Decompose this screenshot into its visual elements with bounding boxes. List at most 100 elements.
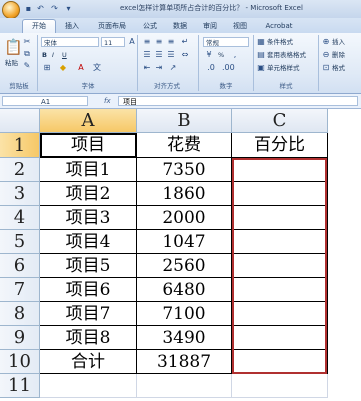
conditional-format-button[interactable]: 条件格式 [267, 37, 293, 47]
cell-b2[interactable]: 7350 [137, 158, 232, 182]
cell-a9[interactable]: 项目8 [40, 326, 137, 350]
align-left-icon[interactable]: ☰ [142, 50, 152, 60]
cell-c6[interactable] [232, 254, 328, 278]
cell-c11[interactable] [232, 374, 328, 398]
table-format-button[interactable]: 套用表格格式 [267, 50, 306, 60]
row-header-10[interactable]: 10 [0, 350, 40, 374]
comma-icon[interactable]: , [230, 50, 240, 60]
font-size-select[interactable]: 11 [101, 37, 125, 47]
save-icon[interactable]: ▪ [24, 4, 33, 13]
column-header-a[interactable]: A [40, 109, 137, 133]
underline-button[interactable]: U [62, 50, 67, 60]
cell-a10[interactable]: 合计 [40, 350, 137, 374]
formula-input[interactable]: 项目 [118, 96, 358, 106]
tab-acrobat[interactable]: Acrobat [260, 20, 298, 32]
column-header-b[interactable]: B [137, 109, 232, 133]
phonetic-icon[interactable]: 文 [92, 63, 102, 73]
decrease-decimal-icon[interactable]: .00 [222, 63, 235, 73]
row-header-5[interactable]: 5 [0, 230, 40, 254]
align-center-icon[interactable]: ☰ [154, 50, 164, 60]
cell-c8[interactable] [232, 302, 328, 326]
delete-cells-button[interactable]: 删除 [332, 50, 345, 60]
cell-b9[interactable]: 3490 [137, 326, 232, 350]
cell-a4[interactable]: 项目3 [40, 206, 137, 230]
worksheet-grid[interactable]: A B C 1 项目 花费 百分比 2 项目1 7350 3 项目2 1860 4 项目3 2000 5 项目4 1… [0, 109, 361, 401]
align-right-icon[interactable]: ☰ [166, 50, 176, 60]
row-header-8[interactable]: 8 [0, 302, 40, 326]
column-header-c[interactable]: C [232, 109, 328, 133]
cell-a6[interactable]: 项目5 [40, 254, 137, 278]
format-cells-button[interactable]: 格式 [332, 63, 345, 73]
paste-label[interactable]: 粘贴 [5, 58, 18, 68]
wrap-text-icon[interactable]: ↵ [180, 37, 190, 47]
cell-a8[interactable]: 项目7 [40, 302, 137, 326]
conditional-format-icon[interactable]: ▦ [256, 37, 266, 47]
cell-b7[interactable]: 6480 [137, 278, 232, 302]
cell-b11[interactable] [137, 374, 232, 398]
cell-a2[interactable]: 项目1 [40, 158, 137, 182]
cell-c3[interactable] [232, 182, 328, 206]
cell-c9[interactable] [232, 326, 328, 350]
tab-home[interactable]: 开始 [22, 19, 56, 34]
cell-c7[interactable] [232, 278, 328, 302]
redo-icon[interactable]: ↷ [50, 4, 59, 13]
fx-icon[interactable]: fx [104, 96, 116, 106]
insert-cells-button[interactable]: 插入 [332, 37, 345, 47]
align-middle-icon[interactable]: ≡ [154, 37, 164, 47]
delete-cells-icon[interactable]: ⊖ [321, 50, 331, 60]
cell-b1[interactable]: 花费 [137, 133, 232, 158]
orientation-icon[interactable]: ↗ [168, 63, 178, 73]
insert-cells-icon[interactable]: ⊕ [321, 37, 331, 47]
cell-b5[interactable]: 1047 [137, 230, 232, 254]
cut-icon[interactable]: ✂ [22, 37, 32, 47]
cell-b6[interactable]: 2560 [137, 254, 232, 278]
fill-color-icon[interactable]: ◆ [58, 63, 68, 73]
font-name-select[interactable]: 宋体 [41, 37, 99, 47]
cell-a11[interactable] [40, 374, 137, 398]
font-color-icon[interactable]: A [76, 63, 86, 73]
row-header-9[interactable]: 9 [0, 326, 40, 350]
cell-c4[interactable] [232, 206, 328, 230]
number-format-select[interactable]: 常规 [203, 37, 249, 47]
paste-icon[interactable]: 📋 [4, 37, 23, 57]
format-cells-icon[interactable]: ⊡ [321, 63, 331, 73]
bold-button[interactable]: B [42, 50, 47, 60]
cell-styles-icon[interactable]: ▣ [256, 63, 266, 73]
align-bottom-icon[interactable]: ≡ [166, 37, 176, 47]
cell-a7[interactable]: 项目6 [40, 278, 137, 302]
cell-a5[interactable]: 项目4 [40, 230, 137, 254]
customize-qat-icon[interactable]: ▾ [64, 4, 73, 13]
cell-c2[interactable] [232, 158, 328, 182]
row-header-2[interactable]: 2 [0, 158, 40, 182]
cell-b10[interactable]: 31887 [137, 350, 232, 374]
cell-c5[interactable] [232, 230, 328, 254]
cell-b3[interactable]: 1860 [137, 182, 232, 206]
row-header-1[interactable]: 1 [0, 133, 40, 158]
format-painter-icon[interactable]: ✎ [22, 61, 32, 71]
tab-review[interactable]: 审阅 [198, 20, 222, 32]
grow-font-icon[interactable]: A [127, 37, 137, 47]
cell-c10[interactable] [232, 350, 328, 374]
tab-data[interactable]: 数据 [168, 20, 192, 32]
cell-b4[interactable]: 2000 [137, 206, 232, 230]
percent-button[interactable]: % [218, 50, 224, 60]
cell-styles-button[interactable]: 单元格样式 [267, 63, 300, 73]
italic-button[interactable]: I [52, 50, 54, 60]
align-top-icon[interactable]: ≡ [142, 37, 152, 47]
tab-formulas[interactable]: 公式 [138, 20, 162, 32]
office-button[interactable] [2, 1, 20, 19]
row-header-6[interactable]: 6 [0, 254, 40, 278]
row-header-7[interactable]: 7 [0, 278, 40, 302]
tab-view[interactable]: 视图 [228, 20, 252, 32]
cell-c1[interactable]: 百分比 [232, 133, 328, 158]
name-box[interactable]: A1 [2, 96, 88, 106]
tab-insert[interactable]: 插入 [60, 20, 84, 32]
currency-icon[interactable]: ¥ [204, 50, 214, 60]
row-header-4[interactable]: 4 [0, 206, 40, 230]
border-icon[interactable]: ⊞ [42, 63, 52, 73]
row-header-3[interactable]: 3 [0, 182, 40, 206]
table-format-icon[interactable]: ▤ [256, 50, 266, 60]
tab-page-layout[interactable]: 页面布局 [90, 20, 134, 32]
merge-center-icon[interactable]: ⇔ [180, 50, 190, 60]
select-all-corner[interactable] [0, 109, 40, 133]
